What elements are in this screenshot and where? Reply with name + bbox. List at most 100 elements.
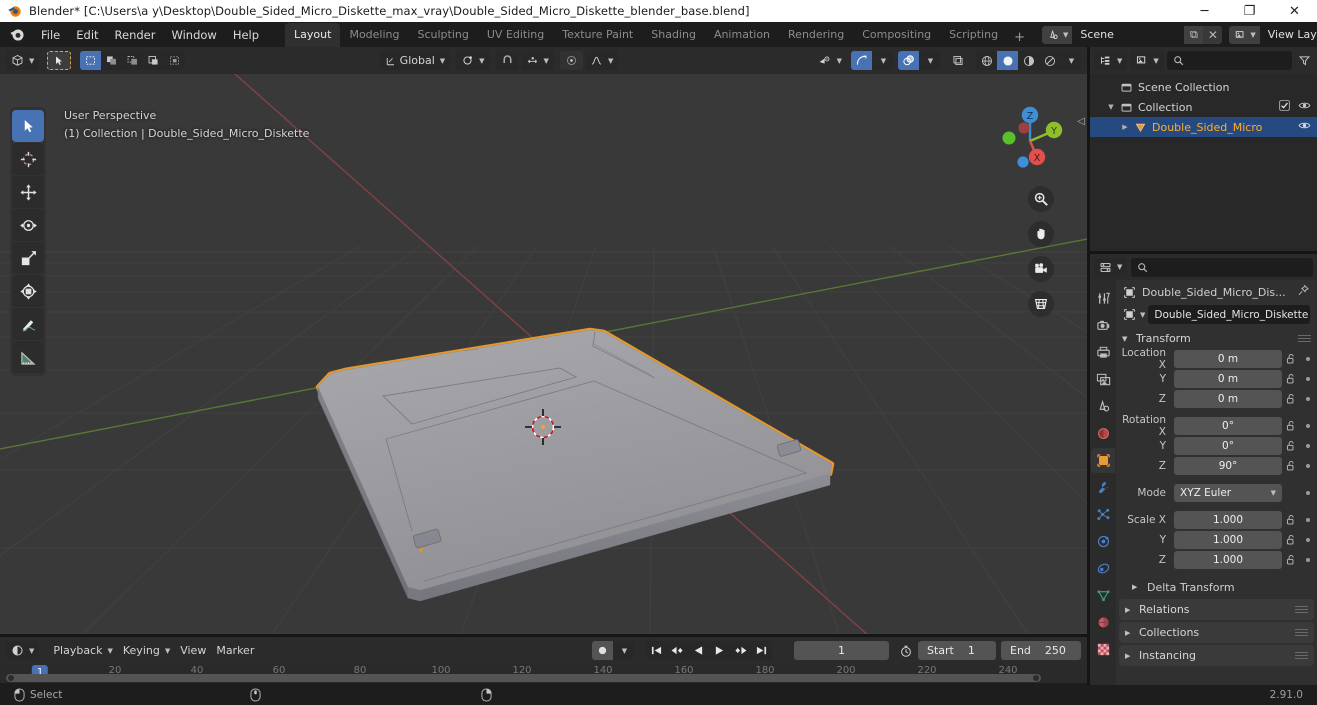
- viewport-gizmos-toggle[interactable]: ▼: [813, 51, 847, 70]
- tab-rendering[interactable]: Rendering: [779, 23, 853, 47]
- tab-particles[interactable]: [1091, 502, 1115, 527]
- tab-modeling[interactable]: Modeling: [340, 23, 408, 47]
- tool-annotate[interactable]: [12, 308, 44, 340]
- tab-layout[interactable]: Layout: [285, 23, 341, 47]
- outliner-tree[interactable]: Scene Collection ▼ Collection ▶ Double_S…: [1090, 74, 1317, 251]
- scene-new-button[interactable]: ⧉: [1184, 25, 1204, 44]
- tool-cursor[interactable]: [12, 143, 44, 175]
- tab-uv-editing[interactable]: UV Editing: [478, 23, 553, 47]
- relations-panel-header[interactable]: ▶ Relations: [1119, 599, 1314, 620]
- camera-view-button[interactable]: [1028, 256, 1054, 282]
- object-name-field[interactable]: Double_Sided_Micro_Diskette: [1148, 305, 1310, 324]
- shading-options-button[interactable]: ▼: [1060, 51, 1081, 70]
- select-extend-button[interactable]: [101, 51, 122, 70]
- tab-object[interactable]: [1091, 448, 1115, 473]
- tab-scene[interactable]: [1091, 394, 1115, 419]
- scale-z-lock-icon[interactable]: [1285, 554, 1298, 566]
- location-x-lock-icon[interactable]: [1285, 353, 1298, 365]
- scene-unlink-button[interactable]: ✕: [1203, 25, 1223, 44]
- shading-solid-button[interactable]: [997, 51, 1018, 70]
- rotation-x-lock-icon[interactable]: [1285, 420, 1298, 432]
- rotation-mode-dropdown[interactable]: XYZ Euler ▼: [1174, 483, 1282, 502]
- sidebar-collapse-arrow[interactable]: ◁: [1077, 116, 1085, 127]
- menu-file[interactable]: File: [33, 25, 68, 45]
- location-x-animate-dot[interactable]: [1301, 356, 1314, 361]
- scale-y-lock-icon[interactable]: [1285, 534, 1298, 546]
- properties-editor-type-selector[interactable]: ▼: [1094, 257, 1128, 277]
- object-browse-button[interactable]: ▼: [1123, 308, 1145, 321]
- rotation-mode-animate-dot[interactable]: [1301, 490, 1314, 495]
- rotation-y-animate-dot[interactable]: [1301, 443, 1314, 448]
- tab-texture[interactable]: [1091, 637, 1115, 662]
- hide-in-viewport-eye-icon[interactable]: [1298, 120, 1311, 134]
- menu-window[interactable]: Window: [163, 25, 224, 45]
- tab-scripting[interactable]: Scripting: [940, 23, 1007, 47]
- tool-tweak-select[interactable]: [12, 110, 44, 142]
- view-layer-browse-button[interactable]: ▼: [1229, 25, 1260, 44]
- transform-orientation-selector[interactable]: Global ▼: [379, 51, 451, 70]
- outliner-filter-button[interactable]: [1295, 54, 1313, 67]
- tab-shading[interactable]: Shading: [642, 23, 705, 47]
- snap-toggle-button[interactable]: [495, 51, 519, 70]
- tab-constraints[interactable]: [1091, 556, 1115, 581]
- timeline-editor-type-selector[interactable]: ▼: [6, 641, 40, 660]
- rotation-z-animate-dot[interactable]: [1301, 463, 1314, 468]
- viewport-navigation-gizmo[interactable]: Z Y X: [993, 104, 1067, 178]
- toggle-orthographic-button[interactable]: [1028, 291, 1054, 317]
- blender-logo-icon[interactable]: [9, 26, 26, 43]
- outliner-search-input[interactable]: [1166, 51, 1292, 70]
- timeline-menu-marker[interactable]: Marker: [211, 641, 259, 660]
- rotation-x-field[interactable]: 0°: [1174, 416, 1282, 435]
- close-button[interactable]: ✕: [1272, 0, 1317, 22]
- pan-button[interactable]: [1028, 221, 1054, 247]
- location-z-lock-icon[interactable]: [1285, 393, 1298, 405]
- xray-toggle-button[interactable]: [946, 51, 970, 70]
- tool-measure[interactable]: [12, 341, 44, 373]
- 3d-viewport[interactable]: User Perspective (1) Collection | Double…: [0, 74, 1087, 637]
- timeline-menu-view[interactable]: View: [175, 641, 211, 660]
- tab-animation[interactable]: Animation: [705, 23, 779, 47]
- menu-help[interactable]: Help: [225, 25, 267, 45]
- scene-browse-button[interactable]: ▼: [1041, 25, 1073, 44]
- pin-icon[interactable]: [1297, 284, 1310, 300]
- show-gizmo-button[interactable]: [851, 51, 872, 70]
- location-y-lock-icon[interactable]: [1285, 373, 1298, 385]
- location-z-animate-dot[interactable]: [1301, 396, 1314, 401]
- tab-world[interactable]: [1091, 421, 1115, 446]
- auto-keyframe-button[interactable]: [592, 641, 613, 660]
- properties-search-input[interactable]: [1131, 257, 1313, 277]
- area-divider-outliner-properties[interactable]: [1087, 251, 1317, 254]
- rotation-z-lock-icon[interactable]: [1285, 460, 1298, 472]
- select-box-button[interactable]: [80, 51, 102, 70]
- rotation-y-field[interactable]: 0°: [1174, 436, 1282, 455]
- scale-x-animate-dot[interactable]: [1301, 517, 1314, 522]
- snap-settings-button[interactable]: ▼: [520, 51, 554, 70]
- scale-y-animate-dot[interactable]: [1301, 537, 1314, 542]
- menu-render[interactable]: Render: [107, 25, 164, 45]
- tab-physics[interactable]: [1091, 529, 1115, 554]
- scale-x-lock-icon[interactable]: [1285, 514, 1298, 526]
- menu-edit[interactable]: Edit: [68, 25, 106, 45]
- shading-wireframe-button[interactable]: [976, 51, 997, 70]
- instancing-panel-header[interactable]: ▶ Instancing: [1119, 645, 1314, 666]
- tool-move[interactable]: [12, 176, 44, 208]
- overlays-options-button[interactable]: ▼: [919, 51, 940, 70]
- tab-material[interactable]: [1091, 610, 1115, 635]
- area-divider-vertical[interactable]: [1087, 47, 1090, 685]
- show-overlays-button[interactable]: [898, 51, 919, 70]
- jump-to-end-button[interactable]: [751, 641, 772, 660]
- collections-panel-header[interactable]: ▶ Collections: [1119, 622, 1314, 643]
- outliner-display-mode-selector[interactable]: ▼: [1130, 51, 1164, 70]
- active-tool-indicator[interactable]: [47, 51, 72, 70]
- proportional-edit-toggle[interactable]: [559, 51, 583, 70]
- tab-sculpting[interactable]: Sculpting: [409, 23, 478, 47]
- minimize-button[interactable]: ─: [1182, 0, 1227, 22]
- auto-keyframe-options-button[interactable]: ▼: [613, 641, 634, 660]
- outliner-editor-type-selector[interactable]: ▼: [1094, 51, 1128, 70]
- scale-z-animate-dot[interactable]: [1301, 557, 1314, 562]
- hide-in-viewport-eye-icon[interactable]: [1298, 100, 1311, 114]
- jump-to-start-button[interactable]: [646, 641, 667, 660]
- zoom-button[interactable]: [1028, 186, 1054, 212]
- location-x-field[interactable]: 0 m: [1174, 349, 1282, 368]
- area-divider-viewport-timeline[interactable]: [0, 634, 1087, 637]
